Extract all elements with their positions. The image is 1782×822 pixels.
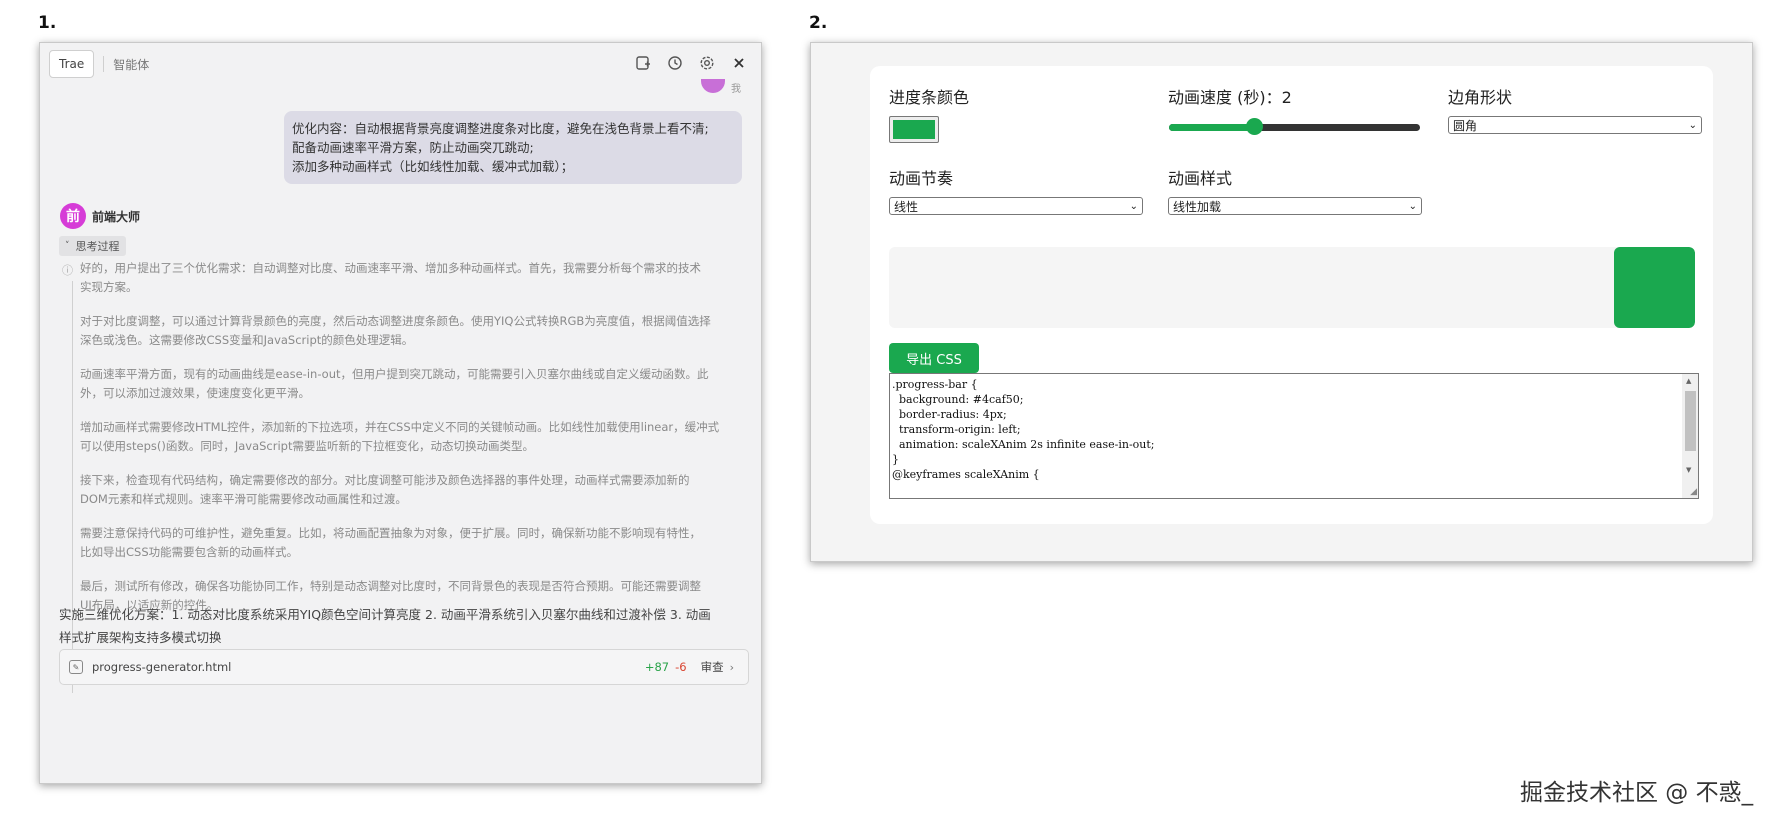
close-icon[interactable] (729, 53, 749, 73)
thinking-line: 增加动画样式需要修改HTML控件，添加新的下拉选项，并在CSS中定义不同的关键帧… (80, 420, 720, 434)
panel-number-2: 2. (809, 13, 828, 33)
code-line: transform-origin: left; (892, 423, 1021, 436)
header-actions (633, 53, 749, 73)
thinking-paragraph: 好的，用户提出了三个优化需求：自动调整对比度、动画速率平滑、增加多种动画样式。首… (80, 259, 743, 297)
css-code: .progress-bar { background: #4caf50; bor… (892, 377, 1155, 482)
thinking-line: 可以使用steps()函数。同时，JavaScript需要监听新的下拉框变化，动… (80, 439, 534, 453)
style-select[interactable]: 线性加载 ⌄ (1168, 197, 1422, 215)
agent-avatar: 前 (60, 203, 86, 229)
chevron-down-icon: ˅ (65, 241, 70, 251)
progress-preview-bar (1614, 247, 1695, 328)
thinking-line: 比如导出CSS功能需要包含新的动画样式。 (80, 545, 299, 559)
generator-card: 进度条颜色 动画速度 (秒)：2 边角形状 圆角 ⌄ 动画节奏 线性 ⌄ 动画样… (870, 66, 1713, 524)
user-name-peek: 我 (731, 84, 741, 95)
scrollbar-thumb[interactable] (1685, 391, 1696, 451)
corner-select-value: 圆角 (1453, 118, 1478, 133)
history-icon[interactable] (665, 53, 685, 73)
thinking-toggle-label: 思考过程 (75, 240, 120, 253)
thinking-line: 实现方案。 (80, 280, 138, 294)
user-message-bubble: 优化内容：自动根据背景亮度调整进度条对比度，避免在浅色背景上看不清; 配备动画速… (284, 111, 742, 184)
chevron-down-icon: ⌄ (1408, 200, 1417, 212)
tab-trae[interactable]: Trae (49, 50, 95, 78)
agent-name: 前端大师 (92, 209, 141, 224)
speed-slider-fill (1169, 124, 1255, 131)
thinking-line: 外，可以添加过渡效果，使速度变化更平滑。 (80, 386, 310, 400)
scroll-up-icon[interactable]: ▲ (1686, 377, 1691, 385)
new-chat-icon[interactable] (633, 53, 653, 73)
style-select-value: 线性加载 (1173, 199, 1222, 214)
chat-header: Trae 智能体 (40, 43, 761, 85)
thinking-line: 需要注意保持代码的可维护性，避免重复。比如，将动画配置抽象为对象，便于扩展。同时… (80, 526, 701, 540)
thinking-line: 好的，用户提出了三个优化需求：自动调整对比度、动画速率平滑、增加多种动画样式。首… (80, 261, 701, 275)
thinking-paragraph: 对于对比度调整，可以通过计算背景颜色的亮度，然后动态调整进度条颜色。使用YIQ公… (80, 312, 743, 350)
thinking-line: 动画速率平滑方面，现有的动画曲线是ease-in-out，但用户提到突兀跳动，可… (80, 367, 709, 381)
color-picker-fill (893, 120, 935, 139)
rhythm-label: 动画节奏 (889, 169, 954, 188)
resize-grip-icon[interactable]: ◢ (1690, 487, 1697, 497)
agent-header: 前 前端大师 (60, 203, 140, 229)
style-label: 动画样式 (1168, 169, 1233, 188)
thinking-line: DOM元素和样式规则。速率平滑可能需要修改动画属性和过渡。 (80, 492, 407, 506)
file-name: progress-generator.html (92, 660, 232, 674)
chevron-down-icon: ⌄ (1688, 119, 1697, 131)
settings-gear-icon[interactable] (697, 53, 717, 73)
changed-file-row[interactable]: ✎ progress-generator.html +87 -6 审查 › (59, 649, 749, 685)
code-line: border-radius: 4px; (892, 408, 1007, 421)
speed-slider[interactable] (1169, 118, 1420, 135)
scroll-down-icon[interactable]: ▼ (1686, 466, 1691, 474)
rhythm-select[interactable]: 线性 ⌄ (889, 197, 1143, 215)
thinking-info-icon: ⓘ (62, 264, 73, 277)
lines-added: +87 (644, 660, 670, 674)
edit-file-icon: ✎ (69, 660, 83, 674)
tab-divider (103, 56, 105, 72)
review-button[interactable]: 审查 (701, 659, 724, 675)
tab-agent[interactable]: 智能体 (113, 56, 149, 73)
user-avatar (701, 79, 725, 93)
export-css-button[interactable]: 导出 CSS (889, 343, 979, 373)
summary-line: 实施三维优化方案：1. 动态对比度系统采用YIQ颜色空间计算亮度 2. 动画平滑… (59, 607, 711, 622)
lines-removed: -6 (675, 660, 687, 674)
chevron-down-icon: ⌄ (1129, 200, 1138, 212)
corner-select[interactable]: 圆角 ⌄ (1448, 116, 1702, 134)
thinking-line: 深色或浅色。这需要修改CSS变量和JavaScript的颜色处理逻辑。 (80, 333, 414, 347)
agent-summary: 实施三维优化方案：1. 动态对比度系统采用YIQ颜色空间计算亮度 2. 动画平滑… (59, 603, 749, 649)
speed-label: 动画速度 (秒)：2 (1168, 88, 1292, 107)
textarea-scrollbar[interactable]: ▲ ▼ (1682, 374, 1698, 498)
rhythm-select-value: 线性 (894, 199, 919, 214)
speed-slider-thumb[interactable] (1246, 118, 1264, 135)
thinking-line: 对于对比度调整，可以通过计算背景颜色的亮度，然后动态调整进度条颜色。使用YIQ公… (80, 314, 711, 328)
thinking-line: 最后，测试所有修改，确保各功能协同工作，特别是动态调整对比度时，不同背景色的表现… (80, 579, 701, 593)
code-line: animation: scaleXAnim 2s infinite ease-i… (892, 438, 1155, 451)
thinking-paragraph: 需要注意保持代码的可维护性，避免重复。比如，将动画配置抽象为对象，便于扩展。同时… (80, 524, 743, 562)
code-line: } (892, 453, 899, 466)
progress-preview-track (889, 247, 1695, 328)
chat-panel: Trae 智能体 我 优化内容：自动根据背景亮度调整进度条对比度，避免在浅色背景… (39, 42, 762, 784)
summary-line: 样式扩展架构支持多模式切换 (59, 630, 222, 645)
code-line: @keyframes scaleXAnim { (892, 468, 1040, 481)
css-output-textarea[interactable]: .progress-bar { background: #4caf50; bor… (889, 373, 1699, 499)
user-message-line: 优化内容：自动根据背景亮度调整进度条对比度，避免在浅色背景上看不清; (292, 121, 709, 136)
corner-label: 边角形状 (1448, 88, 1513, 107)
thinking-line: 接下来，检查现有代码结构，确定需要修改的部分。对比度调整可能涉及颜色选择器的事件… (80, 473, 690, 487)
chevron-right-icon: › (729, 660, 734, 674)
watermark: 掘金技术社区 @ 不惑_ (1520, 780, 1754, 806)
thinking-paragraph: 接下来，检查现有代码结构，确定需要修改的部分。对比度调整可能涉及颜色选择器的事件… (80, 471, 743, 509)
thinking-paragraph: 动画速率平滑方面，现有的动画曲线是ease-in-out，但用户提到突兀跳动，可… (80, 365, 743, 403)
thinking-paragraph: 增加动画样式需要修改HTML控件，添加新的下拉选项，并在CSS中定义不同的关键帧… (80, 418, 743, 456)
color-picker[interactable] (889, 116, 939, 143)
user-message-line: 配备动画速率平滑方案，防止动画突兀跳动; (292, 140, 534, 155)
preview-window: 进度条颜色 动画速度 (秒)：2 边角形状 圆角 ⌄ 动画节奏 线性 ⌄ 动画样… (810, 42, 1753, 562)
thinking-toggle-button[interactable]: ˅ 思考过程 (59, 236, 126, 256)
user-message-line: 添加多种动画样式（比如线性加载、缓冲式加载）； (292, 159, 574, 174)
code-line: background: #4caf50; (892, 393, 1024, 406)
color-label: 进度条颜色 (889, 88, 970, 107)
panel-number-1: 1. (38, 13, 57, 33)
code-line: .progress-bar { (892, 378, 978, 391)
